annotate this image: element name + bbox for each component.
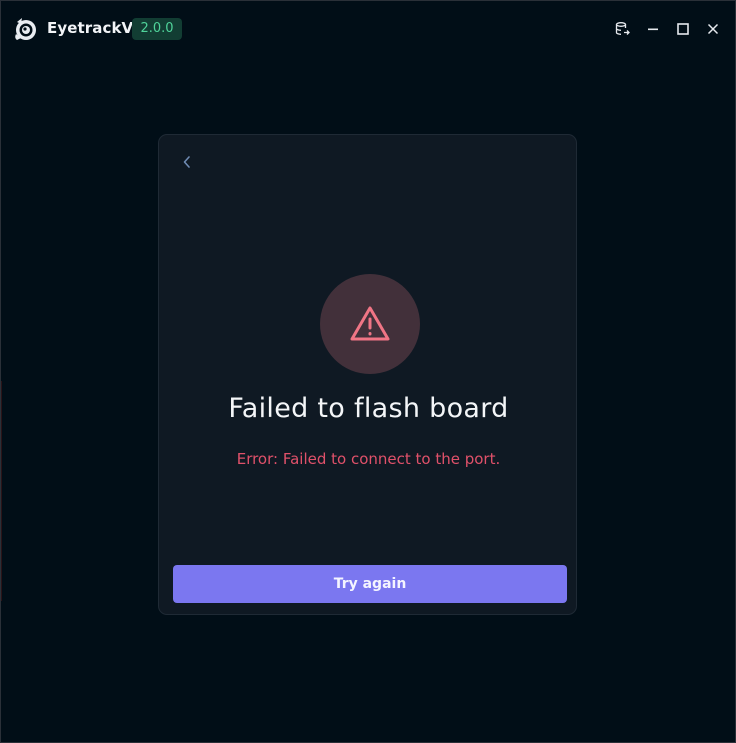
database-export-icon[interactable]	[612, 19, 632, 39]
error-message: Error: Failed to connect to the port.	[236, 450, 501, 468]
page-title: Failed to flash board	[228, 393, 509, 424]
window-edge	[1, 381, 2, 601]
chevron-left-icon[interactable]	[178, 153, 196, 171]
title-bar[interactable]: EyetrackVR 2.0.0	[1, 1, 735, 57]
version-badge: 2.0.0	[132, 18, 182, 40]
flash-error-card: Failed to flash board Error: Failed to c…	[158, 134, 577, 615]
eye-logo-icon	[13, 16, 39, 42]
warning-triangle-icon	[350, 306, 390, 341]
minimize-icon[interactable]	[643, 19, 663, 39]
close-icon[interactable]	[703, 19, 723, 39]
try-again-button[interactable]: Try again	[173, 565, 567, 603]
app-window: EyetrackVR 2.0.0 Failed to flash board E…	[0, 0, 736, 743]
maximize-icon[interactable]	[673, 19, 693, 39]
app-title: EyetrackVR	[47, 19, 145, 37]
alert-badge	[320, 274, 420, 374]
